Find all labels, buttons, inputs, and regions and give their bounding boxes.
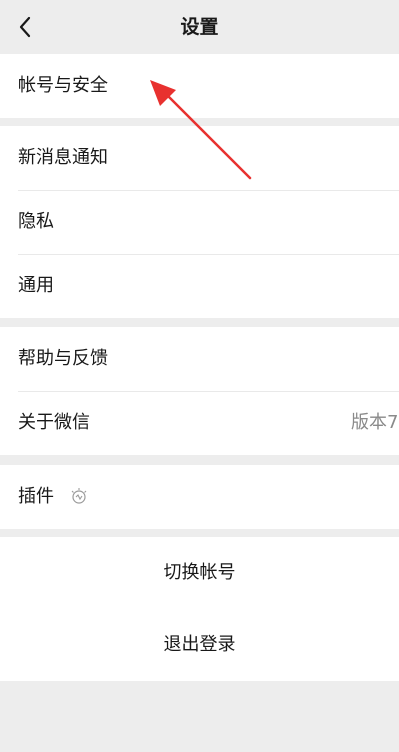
logout-button[interactable]: 退出登录 xyxy=(0,609,399,681)
cell-label: 插件 xyxy=(18,486,54,507)
group-notifications: 新消息通知 隐私 通用 xyxy=(0,126,399,318)
cell-label: 关于微信 xyxy=(18,412,90,433)
cell-label: 隐私 xyxy=(18,211,54,232)
lightbulb-icon xyxy=(71,488,87,504)
group-logout: 退出登录 xyxy=(0,609,399,681)
cell-label: 帐号与安全 xyxy=(18,75,108,96)
cell-privacy[interactable]: 隐私 xyxy=(0,190,399,254)
cell-label: 新消息通知 xyxy=(18,147,108,168)
cell-label: 通用 xyxy=(18,275,54,296)
cell-label: 帮助与反馈 xyxy=(18,348,108,369)
settings-page: 设置 帐号与安全 新消息通知 隐私 通用 帮助与反馈 关于微信 版本7 插件 切… xyxy=(0,0,399,752)
nav-bar: 设置 xyxy=(0,0,399,54)
group-switch-account: 切换帐号 xyxy=(0,537,399,609)
cell-plugins[interactable]: 插件 xyxy=(0,465,399,529)
group-account: 帐号与安全 xyxy=(0,54,399,118)
page-title: 设置 xyxy=(180,16,219,38)
back-button[interactable] xyxy=(10,10,40,44)
group-help: 帮助与反馈 关于微信 版本7 xyxy=(0,327,399,455)
cell-about-wechat[interactable]: 关于微信 版本7 xyxy=(0,391,399,455)
cell-general[interactable]: 通用 xyxy=(0,254,399,318)
cell-account-security[interactable]: 帐号与安全 xyxy=(0,54,399,118)
chevron-left-icon xyxy=(19,16,31,38)
group-plugins: 插件 xyxy=(0,465,399,529)
cell-help-feedback[interactable]: 帮助与反馈 xyxy=(0,327,399,391)
version-value: 版本7 xyxy=(351,412,399,433)
switch-account-button[interactable]: 切换帐号 xyxy=(0,537,399,609)
cell-new-message-notification[interactable]: 新消息通知 xyxy=(0,126,399,190)
